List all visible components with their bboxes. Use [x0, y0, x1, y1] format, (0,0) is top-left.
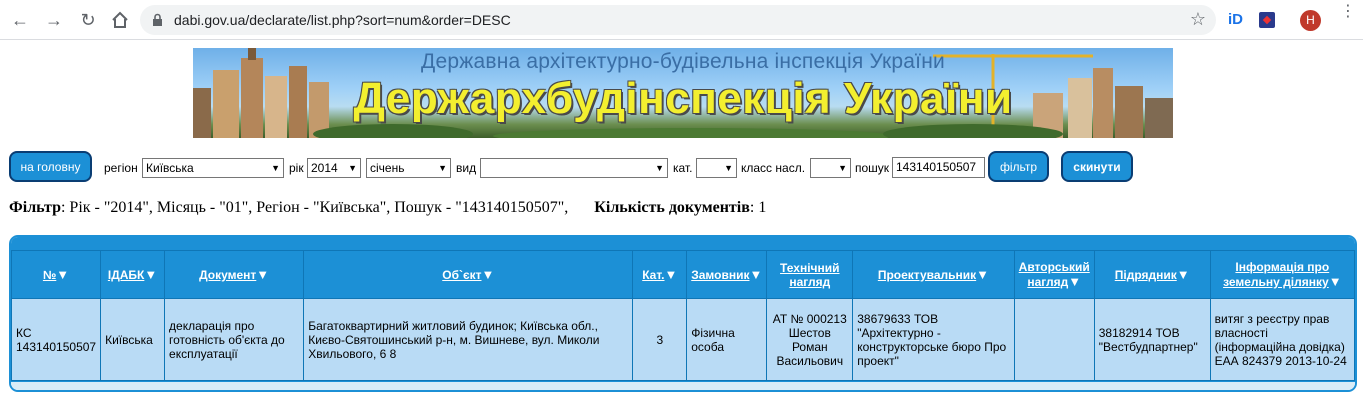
col-header-object[interactable]: Об`єкт▼	[303, 250, 634, 299]
col-header-idabk-label[interactable]: ІДАБК	[108, 268, 145, 282]
category-select[interactable]: ▼	[696, 158, 737, 178]
category-label: кат.	[673, 161, 693, 175]
banner-title: Держархбудінспекція України	[353, 74, 1013, 123]
year-label: рік	[289, 161, 304, 175]
sort-arrow-icon[interactable]: ▼	[256, 267, 269, 282]
col-header-document-label[interactable]: Документ	[199, 268, 256, 282]
bookmark-star-icon[interactable]: ☆	[1190, 9, 1206, 30]
year-select[interactable]: 2014 ▼	[307, 158, 361, 178]
extension-icon[interactable]	[1259, 12, 1275, 28]
type-select[interactable]: ▼	[480, 158, 668, 178]
browser-toolbar: ← → ↻ dabi.gov.ua/declarate/list.php?sor…	[0, 0, 1363, 40]
col-header-customer-label[interactable]: Замовник	[691, 268, 749, 282]
url-text[interactable]: dabi.gov.ua/declarate/list.php?sort=num&…	[174, 12, 511, 28]
sort-arrow-icon[interactable]: ▼	[1177, 267, 1190, 282]
filter-summary: Фільтр: Рік - "2014", Місяць - "01", Рег…	[9, 199, 909, 217]
cell-category: 3	[632, 298, 688, 381]
sort-arrow-icon[interactable]: ▼	[976, 267, 989, 282]
cell-object: Багатоквартирний житловий будинок; Київс…	[303, 298, 634, 381]
lock-icon	[152, 13, 163, 30]
col-header-tech-supervision-label[interactable]: Технічний нагляд	[780, 261, 839, 289]
sort-arrow-icon[interactable]: ▼	[1329, 274, 1342, 289]
col-header-category-label[interactable]: Кат.	[642, 268, 664, 282]
cell-land-info: витяг з реєстру прав власності (інформац…	[1209, 298, 1355, 381]
cell-designer: 38679633 ТОВ "Архітектурно - конструктор…	[852, 298, 1015, 381]
col-header-category[interactable]: Кат.▼	[632, 250, 688, 299]
banner-subtitle: Державна архітектурно-будівельна інспекц…	[421, 50, 945, 73]
col-header-author-supervision[interactable]: Авторський нагляд▼	[1013, 250, 1095, 299]
search-label: пошук	[855, 161, 890, 175]
col-header-contractor[interactable]: Підрядник▼	[1093, 250, 1211, 299]
reset-button[interactable]: скинути	[1061, 151, 1133, 182]
col-header-land-info[interactable]: Інформація про земельну ділянку▼	[1209, 250, 1355, 299]
sort-arrow-icon[interactable]: ▼	[665, 267, 678, 282]
class-select[interactable]: ▼	[810, 158, 851, 178]
col-header-number[interactable]: №▼	[11, 250, 102, 299]
chevron-down-icon: ▼	[438, 163, 447, 173]
col-header-number-label[interactable]: №	[43, 268, 56, 282]
sort-arrow-icon[interactable]: ▼	[56, 267, 69, 282]
document-count-label: Кількість документів	[594, 199, 750, 216]
search-input[interactable]: 143140150507	[892, 157, 985, 178]
menu-dots-icon[interactable]: ⋮	[1340, 4, 1356, 20]
extension-id-icon[interactable]: iD	[1228, 11, 1243, 28]
year-select-value: 2014	[311, 161, 338, 175]
chevron-down-icon: ▼	[271, 163, 280, 173]
site-banner: Державна архітектурно-будівельна інспекц…	[193, 48, 1173, 138]
cell-document: декларація про готовність об'єкта до екс…	[164, 298, 305, 381]
cell-tech-supervision: АТ № 000213 Шестов Роман Васильович	[766, 298, 854, 381]
sort-arrow-icon[interactable]: ▼	[482, 267, 495, 282]
cell-number: КС 143140150507	[11, 298, 102, 381]
type-label: вид	[456, 161, 477, 175]
table-bottom-bar	[11, 381, 1355, 390]
col-header-idabk[interactable]: ІДАБК▼	[100, 250, 166, 299]
cell-contractor: 38182914 ТОВ "Вестбудпартнер"	[1093, 298, 1211, 381]
col-header-designer-label[interactable]: Проектувальник	[878, 268, 976, 282]
col-header-customer[interactable]: Замовник▼	[686, 250, 768, 299]
cell-idabk: Київська	[100, 298, 166, 381]
col-header-designer[interactable]: Проектувальник▼	[852, 250, 1015, 299]
month-select[interactable]: січень ▼	[366, 158, 451, 178]
sort-arrow-icon[interactable]: ▼	[144, 267, 157, 282]
region-label: регіон	[104, 161, 138, 175]
forward-icon[interactable]: →	[42, 8, 66, 32]
sort-arrow-icon[interactable]: ▼	[749, 267, 762, 282]
class-label: класс насл.	[741, 161, 806, 175]
sort-arrow-icon[interactable]: ▼	[1068, 274, 1081, 289]
home-icon[interactable]	[108, 8, 132, 32]
col-header-document[interactable]: Документ▼	[164, 250, 305, 299]
col-header-land-info-label[interactable]: Інформація про земельну ділянку	[1223, 260, 1329, 289]
filter-summary-label: Фільтр	[9, 199, 61, 216]
table-header-row: №▼ ІДАБК▼ Документ▼ Об`єкт▼ Кат.▼ Замовн…	[11, 250, 1355, 299]
cell-author-supervision	[1013, 298, 1095, 381]
reload-icon[interactable]: ↻	[76, 8, 100, 32]
chevron-down-icon: ▼	[655, 163, 664, 173]
home-button[interactable]: на головну	[9, 151, 92, 182]
back-icon[interactable]: ←	[8, 8, 32, 32]
chevron-down-icon: ▼	[724, 163, 733, 173]
address-bar[interactable]: dabi.gov.ua/declarate/list.php?sort=num&…	[140, 5, 1216, 35]
document-count-value: : 1	[749, 199, 767, 216]
region-select[interactable]: Київська ▼	[142, 158, 284, 178]
cell-customer: Фізична особа	[686, 298, 768, 381]
table-top-bar	[11, 237, 1355, 250]
filter-button[interactable]: фільтр	[988, 151, 1049, 182]
chevron-down-icon: ▼	[838, 163, 847, 173]
col-header-tech-supervision[interactable]: Технічний нагляд	[766, 250, 854, 299]
month-select-value: січень	[370, 161, 405, 175]
col-header-contractor-label[interactable]: Підрядник	[1115, 268, 1177, 282]
declarations-table: №▼ ІДАБК▼ Документ▼ Об`єкт▼ Кат.▼ Замовн…	[11, 250, 1355, 381]
filter-summary-text: : Рік - "2014", Місяць - "01", Регіон - …	[60, 199, 569, 216]
col-header-object-label[interactable]: Об`єкт	[442, 268, 481, 282]
region-select-value: Київська	[146, 161, 194, 175]
chevron-down-icon: ▼	[348, 163, 357, 173]
table-row: КС 143140150507 Київська декларація про …	[11, 298, 1355, 381]
profile-avatar[interactable]: Н	[1300, 10, 1321, 31]
declarations-table-panel: №▼ ІДАБК▼ Документ▼ Об`єкт▼ Кат.▼ Замовн…	[9, 235, 1357, 392]
